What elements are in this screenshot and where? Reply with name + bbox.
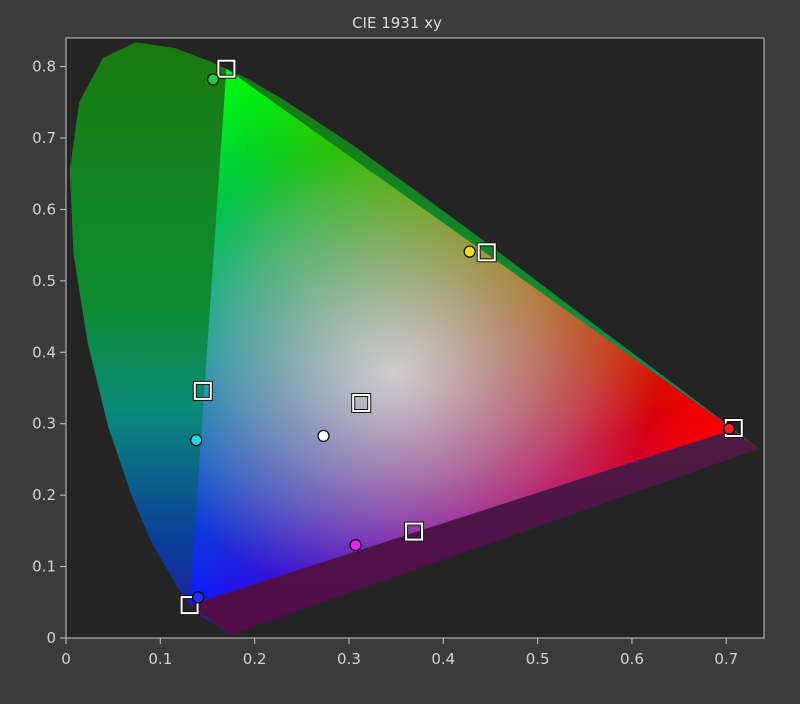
cie-chart: 0 0.1 0.2 0.3 0.4 0.5 0.6 0.7 0 0.1 0.2 0.3 0.4 0.5 0.… — [32, 14, 765, 668]
y-tick-label-0: 0 — [46, 629, 56, 647]
y-tick-label-6: 0.6 — [32, 200, 56, 218]
y-tick-label-2: 0.2 — [32, 486, 56, 504]
x-tick-label-4: 0.4 — [431, 650, 455, 668]
x-tick-label-1: 0.1 — [148, 650, 172, 668]
x-tick-label-3: 0.3 — [337, 650, 361, 668]
measured-point-1 — [463, 245, 476, 258]
x-tick-label-0: 0 — [61, 650, 71, 668]
y-tick-label-1: 0.1 — [32, 558, 56, 576]
chart-title: CIE 1931 xy — [352, 14, 442, 32]
x-tick-label-2: 0.2 — [243, 650, 267, 668]
measured-point-5 — [349, 538, 362, 552]
y-tick-label-7: 0.7 — [32, 129, 56, 147]
measured-point-4 — [722, 422, 736, 435]
y-tick-label-8: 0.8 — [32, 58, 56, 76]
y-tick-label-5: 0.5 — [32, 272, 56, 290]
x-tick-label-6: 0.6 — [620, 650, 644, 668]
x-tick-label-5: 0.5 — [526, 650, 550, 668]
measured-point-3 — [317, 429, 330, 443]
measured-point-6 — [191, 591, 205, 604]
measured-point-0 — [206, 73, 220, 86]
y-tick-label-4: 0.4 — [32, 343, 56, 361]
y-tick-label-3: 0.3 — [32, 415, 56, 433]
measured-point-2 — [190, 433, 203, 447]
x-tick-label-7: 0.7 — [714, 650, 738, 668]
